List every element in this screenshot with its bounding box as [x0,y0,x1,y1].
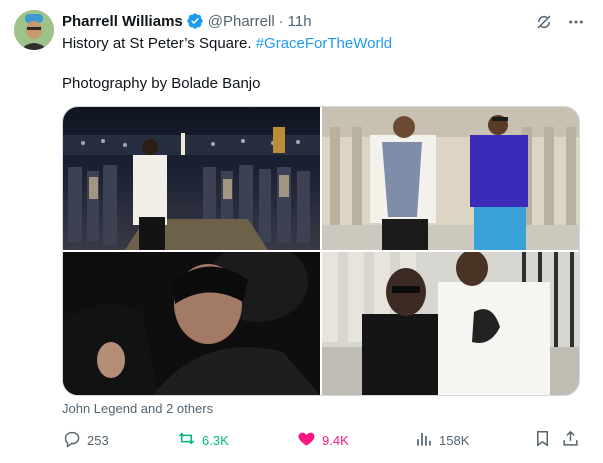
action-bar: 253 6.3K 9.4K 158K [62,428,582,452]
tweet-top-actions [535,13,585,36]
bookmark-icon [533,429,552,451]
photo-hug[interactable] [63,252,320,395]
tweet[interactable]: Pharrell Williams @Pharrell · 11h Histor… [0,0,603,463]
media-grid [62,106,580,396]
views-count: 158K [439,432,470,448]
photo-stage[interactable] [63,107,320,250]
reply-count: 253 [87,432,109,448]
share-button[interactable] [561,428,580,452]
photo-square[interactable] [322,107,579,250]
grok-icon[interactable] [535,13,553,36]
repost-count: 6.3K [202,432,229,448]
views-button[interactable]: 158K [414,428,469,452]
bookmark-button[interactable] [533,428,552,452]
repost-icon [177,429,196,451]
tweet-header: Pharrell Williams @Pharrell · 11h [62,10,312,32]
hashtag-link[interactable]: #GraceForTheWorld [256,35,392,52]
reply-button[interactable]: 253 [62,428,109,452]
like-count: 9.4K [322,432,349,448]
tweet-body: History at St Peter’s Square. [62,35,252,52]
avatar[interactable] [14,10,54,50]
share-icon [561,429,580,451]
timestamp[interactable]: 11h [288,13,312,30]
like-button[interactable]: 9.4K [297,428,349,452]
more-icon[interactable] [567,13,585,36]
author-name[interactable]: Pharrell Williams [62,13,183,30]
tagged-people[interactable]: John Legend and 2 others [62,401,213,416]
views-icon [414,429,433,451]
photo-colonnade[interactable] [322,252,579,395]
like-icon [297,429,316,451]
separator-dot: · [278,12,284,30]
tweet-text: History at St Peter’s Square. #GraceForT… [62,34,582,54]
author-handle[interactable]: @Pharrell [208,13,275,30]
verified-badge-icon [186,12,204,30]
photo-credit: Photography by Bolade Banjo [62,75,261,92]
reply-icon [62,429,81,451]
repost-button[interactable]: 6.3K [177,428,229,452]
